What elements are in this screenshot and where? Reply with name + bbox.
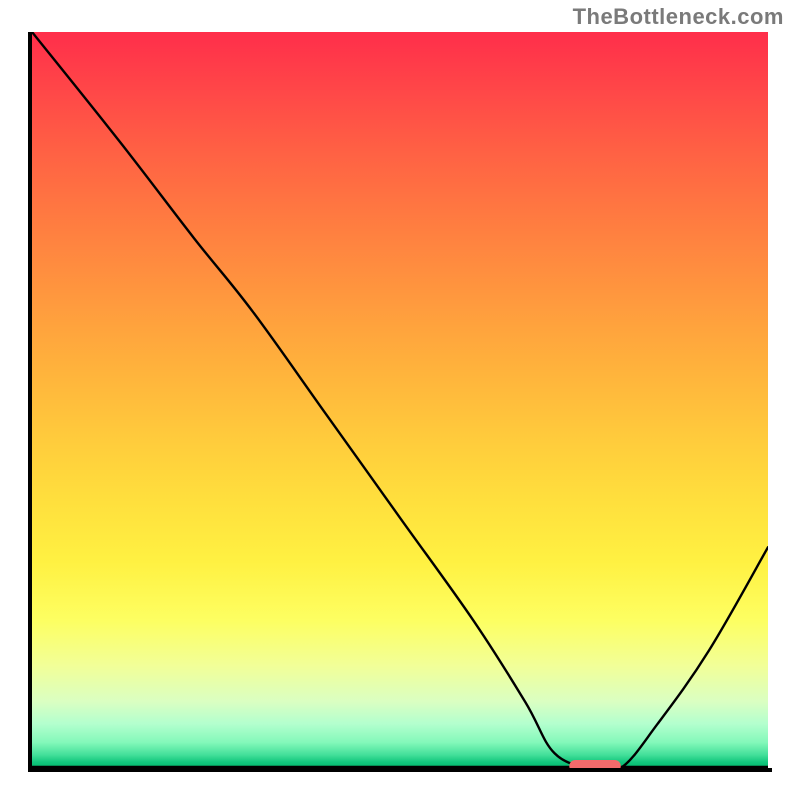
- optimal-marker: [569, 760, 621, 768]
- plot-area: [32, 32, 768, 768]
- chart-svg: [32, 32, 768, 768]
- x-axis: [28, 768, 772, 772]
- watermark-text: TheBottleneck.com: [573, 4, 784, 30]
- bottleneck-curve: [32, 32, 768, 768]
- y-axis: [28, 32, 32, 772]
